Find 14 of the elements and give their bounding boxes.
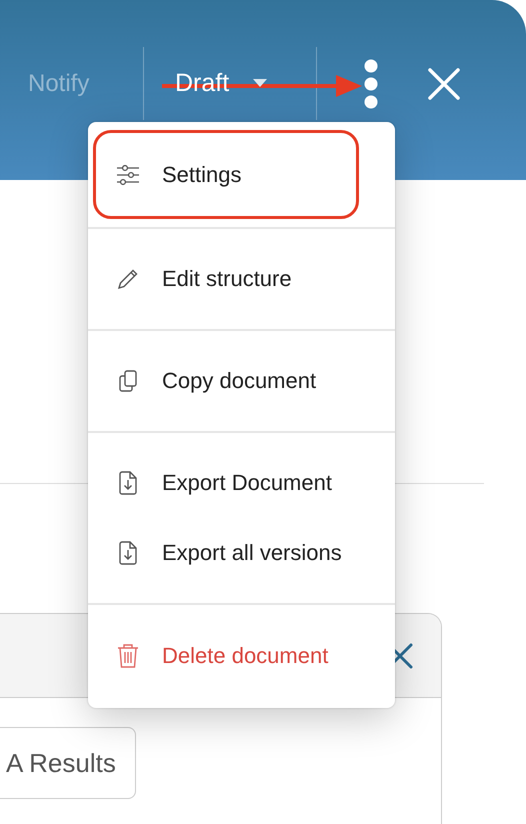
file-download-icon [118,540,138,566]
trash-icon [117,643,139,669]
menu-item[interactable]: Copy document [88,346,395,416]
results-button[interactable]: A Results [0,727,136,799]
more-icon[interactable] [364,58,378,108]
menu-item[interactable]: Export Document [88,448,395,518]
copy-icon [118,369,138,393]
menu-item[interactable]: Edit structure [88,244,395,314]
menu-item[interactable]: Export all versions [88,518,395,588]
sliders-icon [116,164,140,184]
file-download-icon [118,470,138,496]
menu-item[interactable]: Settings [88,122,395,227]
caret-icon [253,79,268,88]
pencil-icon [116,267,140,291]
